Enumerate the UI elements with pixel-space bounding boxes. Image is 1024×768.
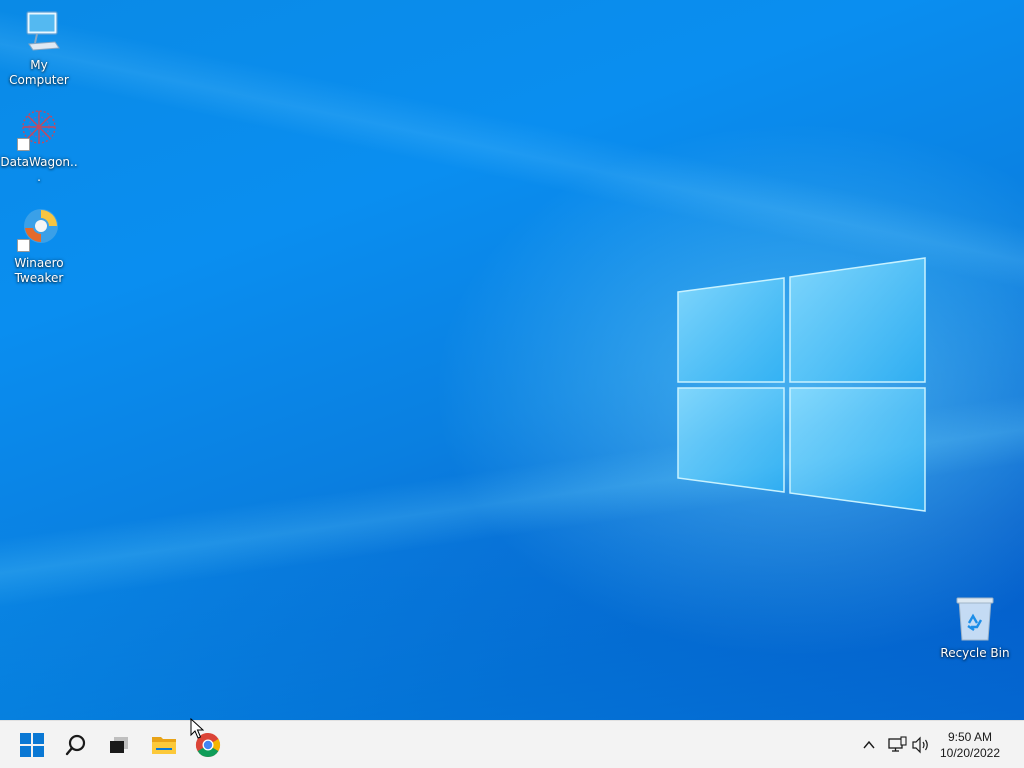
desktop-icon-recycle-bin[interactable]: Recycle Bin — [936, 596, 1014, 661]
clock-time: 9:50 AM — [947, 730, 993, 744]
clock-button[interactable]: 9:50 AM 10/20/2022 — [934, 729, 1006, 761]
shortcut-arrow-icon — [17, 138, 30, 151]
wallpaper-windows-logo — [677, 257, 926, 512]
show-hidden-icons-button[interactable] — [858, 733, 880, 757]
windows-start-icon — [20, 733, 44, 757]
file-explorer-button[interactable] — [146, 727, 182, 763]
clock-date: 10/20/2022 — [939, 746, 1001, 760]
desktop-icon-label: Winaero Tweaker — [14, 256, 64, 285]
volume-button[interactable] — [910, 733, 932, 757]
desktop-icon-label: DataWagon... — [0, 155, 78, 184]
network-icon — [888, 736, 907, 752]
recycle-bin-icon — [951, 596, 999, 644]
search-button[interactable] — [58, 727, 94, 763]
task-view-icon — [110, 737, 128, 753]
desktop-icon-datawagon[interactable]: DataWagon... — [0, 105, 78, 185]
network-button[interactable] — [886, 733, 908, 757]
folder-icon — [152, 737, 176, 754]
search-icon — [65, 734, 86, 756]
computer-icon — [15, 8, 63, 56]
task-view-button[interactable] — [101, 727, 137, 763]
start-button[interactable] — [14, 727, 50, 763]
winaero-tweaker-icon — [15, 206, 63, 254]
desktop-icon-winaero-tweaker[interactable]: Winaero Tweaker — [0, 206, 78, 286]
mouse-pointer-icon — [190, 718, 204, 739]
wallpaper-glow — [0, 520, 1024, 720]
desktop-icon-my-computer[interactable]: My Computer — [0, 8, 78, 88]
shortcut-arrow-icon — [17, 239, 30, 252]
desktop-icon-label: My Computer — [9, 58, 69, 87]
speaker-icon — [912, 736, 928, 754]
datawagon-app-icon — [15, 105, 63, 153]
desktop[interactable]: My Computer DataWagon... Winaero Tweaker… — [0, 0, 1024, 720]
taskbar: 9:50 AM 10/20/2022 — [0, 720, 1024, 768]
chevron-up-icon — [863, 740, 875, 749]
desktop-icon-label: Recycle Bin — [940, 646, 1010, 660]
